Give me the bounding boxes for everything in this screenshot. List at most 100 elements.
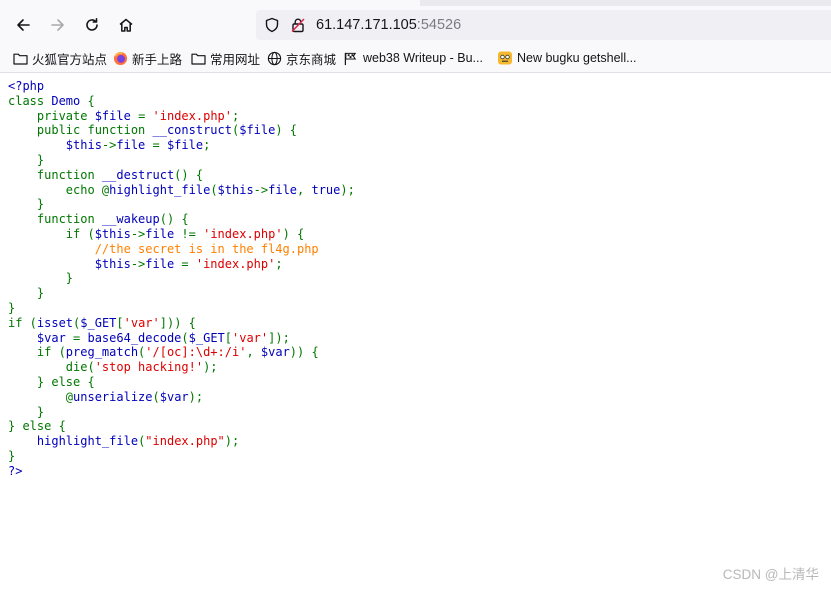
folder-icon: [190, 50, 206, 66]
home-icon: [118, 17, 134, 33]
code-token-string: 'stop hacking!': [94, 360, 204, 375]
code-token-default: $this: [8, 138, 102, 153]
code-token-default: __wakeup: [101, 212, 160, 227]
code-token-default: $this: [217, 182, 254, 197]
code-line: } else {: [8, 419, 355, 434]
back-button[interactable]: [8, 10, 38, 40]
code-line: private $file = 'index.php';: [8, 109, 355, 124]
bookmark-folder-common-sites[interactable]: 常用网址: [190, 49, 260, 67]
code-token-keyword: (: [181, 330, 189, 345]
code-token-default: true: [311, 182, 341, 197]
code-token-default: $file: [166, 138, 204, 153]
code-line: if (isset($_GET['var'])) {: [8, 316, 355, 331]
code-line: } else {: [8, 375, 355, 390]
bookmark-label: 京东商城: [286, 52, 337, 67]
code-line: class Demo {: [8, 94, 355, 109]
csdn-watermark: CSDN @上清华: [722, 567, 819, 582]
bookmark-web38-writeup[interactable]: web38 Writeup - Bu...: [343, 49, 483, 67]
code-token-default: $file: [94, 108, 139, 123]
code-line: function __wakeup() {: [8, 212, 355, 227]
code-token-keyword: } else {: [8, 419, 66, 434]
reload-button[interactable]: [77, 10, 107, 40]
code-token-keyword: }: [8, 404, 45, 419]
bookmark-bugku-getshell[interactable]: New bugku getshell...: [497, 49, 637, 67]
code-token-default: file: [145, 256, 182, 271]
code-token-keyword: [8, 434, 37, 448]
url-text[interactable]: 61.147.171.105:54526: [316, 16, 461, 34]
url-host: 61.147.171.105: [316, 17, 417, 33]
code-line: echo @highlight_file($this->file, true);: [8, 183, 355, 198]
code-token-keyword: )) {: [289, 345, 319, 360]
home-button[interactable]: [111, 10, 141, 40]
code-token-string: 'var': [123, 315, 160, 330]
code-token-keyword: =: [73, 330, 88, 345]
code-token-default: preg_match: [65, 345, 139, 360]
code-line: }: [8, 153, 355, 168]
back-arrow-icon: [15, 17, 31, 33]
code-line: }: [8, 405, 355, 420]
firefox-icon: [112, 50, 128, 66]
code-token-keyword: ]);: [268, 330, 290, 345]
tracking-protection-shield-icon[interactable]: [264, 17, 280, 38]
code-token-keyword: if (: [8, 315, 37, 330]
code-token-keyword: ,: [297, 182, 312, 197]
code-line: public function __construct($file) {: [8, 123, 355, 138]
code-token-keyword: ,: [246, 345, 261, 360]
code-line: $this->file = $file;: [8, 138, 355, 153]
navigation-toolbar: 61.147.171.105:54526: [0, 6, 831, 44]
forward-button[interactable]: [43, 10, 73, 40]
code-token-default: file: [145, 226, 182, 241]
code-token-keyword: ->: [101, 138, 117, 153]
bookmark-label: 火狐官方站点: [32, 52, 108, 67]
code-token-default: <?php: [8, 79, 45, 93]
code-token-keyword: }: [8, 286, 45, 301]
address-bar[interactable]: 61.147.171.105:54526: [256, 10, 831, 40]
code-token-default: highlight_file: [36, 434, 139, 449]
code-line: ?>: [8, 464, 355, 479]
bookmark-folder-firefox-official[interactable]: 火狐官方站点: [12, 49, 107, 67]
forward-arrow-icon: [50, 17, 66, 33]
code-token-keyword: );: [203, 360, 218, 375]
code-token-keyword: ;: [275, 256, 283, 271]
code-token-keyword: [: [224, 330, 232, 345]
code-line: <?php: [8, 79, 355, 94]
code-token-keyword: if (: [8, 226, 95, 241]
code-token-keyword: public function: [8, 123, 153, 138]
bookmark-jd-mall[interactable]: 京东商城: [266, 49, 336, 67]
code-line: $var = base64_decode($_GET['var']);: [8, 331, 355, 346]
code-token-default: highlight_file: [109, 182, 211, 197]
code-line: highlight_file("index.php");: [8, 434, 355, 449]
code-token-keyword: ])) {: [159, 315, 196, 330]
code-token-default: __construct: [152, 123, 232, 138]
code-token-keyword: }: [8, 197, 45, 212]
code-token-keyword: {: [87, 93, 95, 108]
code-token-keyword: ->: [253, 182, 269, 197]
code-token-keyword: ->: [130, 226, 146, 241]
code-line: die('stop hacking!');: [8, 360, 355, 375]
code-token-keyword: if (: [8, 345, 66, 360]
code-token-default: __destruct: [101, 167, 175, 182]
code-token-default: $this: [8, 256, 131, 271]
code-token-string: '/[oc]:\d+:/i': [145, 345, 247, 360]
code-token-default: $_GET: [80, 315, 117, 330]
code-token-keyword: (: [152, 389, 160, 404]
code-token-keyword: class: [8, 93, 52, 108]
code-token-default: file: [268, 182, 298, 197]
folder-icon: [12, 50, 28, 66]
code-line: if ($this->file != 'index.php') {: [8, 227, 355, 242]
code-token-string: 'index.php': [203, 226, 283, 241]
code-line: //the secret is in the fl4g.php: [8, 242, 355, 257]
insecure-lock-icon[interactable]: [290, 17, 306, 38]
bookmark-getting-started[interactable]: 新手上路: [112, 49, 182, 67]
code-line: }: [8, 449, 355, 464]
code-token-default: $var: [8, 330, 74, 345]
globe-icon: [266, 50, 282, 66]
code-token-keyword: () {: [159, 212, 189, 227]
code-token-keyword: }: [8, 448, 16, 463]
bookmark-label: New bugku getshell...: [517, 51, 637, 65]
code-token-default: $file: [239, 123, 276, 138]
bookmark-label: web38 Writeup - Bu...: [363, 51, 483, 65]
code-line: }: [8, 301, 355, 316]
code-token-keyword: );: [340, 182, 355, 197]
bookmarks-toolbar: 火狐官方站点 新手上路 常用网址 京东商城 web38 Writeup - Bu…: [0, 44, 831, 73]
